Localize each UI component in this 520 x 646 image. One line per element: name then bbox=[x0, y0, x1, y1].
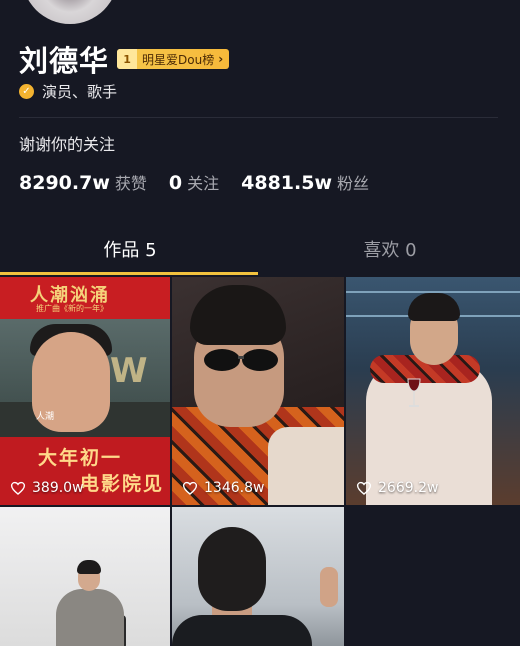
empty-slot bbox=[346, 507, 520, 646]
stat-label: 粉丝 bbox=[337, 174, 370, 193]
tab-works[interactable]: 作品 5 bbox=[0, 225, 260, 273]
profile-name: 刘德华 bbox=[19, 44, 110, 78]
verification-row: ✓ 演员、歌手 bbox=[19, 81, 117, 102]
poster-letter: W bbox=[110, 351, 148, 391]
chevron-right-icon: › bbox=[218, 52, 224, 66]
like-count-text: 2669.2w bbox=[378, 480, 439, 496]
stat-label: 关注 bbox=[187, 174, 220, 193]
like-count: 1346.8w bbox=[182, 480, 264, 496]
heart-icon bbox=[10, 481, 26, 495]
content-tabs: 作品 5 喜欢 0 bbox=[0, 225, 520, 273]
profile-page: 刘德华 1 明星爱Dou榜 › ✓ 演员、歌手 谢谢你的关注 8290.7w 获… bbox=[0, 0, 520, 646]
stats-row: 8290.7w 获赞 0 关注 4881.5w 粉丝 bbox=[19, 170, 391, 194]
video-thumbnail[interactable]: 人潮汹涌 推广曲《新的一年》 W 人潮 大年初一 电影院见 389.0w bbox=[0, 277, 170, 505]
rank-label: 明星爱Dou榜 bbox=[142, 52, 215, 67]
figure-head bbox=[198, 527, 266, 611]
verified-check-icon: ✓ bbox=[19, 84, 34, 99]
video-grid: 人潮汹涌 推广曲《新的一年》 W 人潮 大年初一 电影院见 389.0w 134… bbox=[0, 277, 520, 646]
verification-text: 演员、歌手 bbox=[42, 83, 118, 101]
poster-tag: 人潮 bbox=[36, 412, 55, 422]
video-thumbnail[interactable] bbox=[172, 507, 344, 646]
avatar[interactable] bbox=[22, 0, 118, 24]
figure-hair bbox=[190, 285, 286, 345]
stat-value: 8290.7w bbox=[19, 172, 110, 194]
heart-icon bbox=[182, 481, 198, 495]
like-count: 2669.2w bbox=[356, 480, 438, 496]
rank-badge[interactable]: 1 明星爱Dou榜 › bbox=[117, 49, 230, 69]
stat-value: 4881.5w bbox=[241, 172, 333, 194]
like-count: 389.0w bbox=[10, 480, 84, 496]
stat-followers[interactable]: 4881.5w 粉丝 bbox=[241, 170, 369, 194]
figure-hair bbox=[408, 293, 460, 321]
poster-text-top: 大年初一 bbox=[38, 447, 123, 469]
like-count-text: 1346.8w bbox=[204, 480, 265, 496]
stat-label: 获赞 bbox=[114, 174, 147, 193]
figure-sweater bbox=[268, 427, 344, 505]
figure-hair bbox=[77, 560, 101, 574]
figure-hand bbox=[320, 567, 338, 607]
figure-body bbox=[56, 589, 124, 646]
tab-likes[interactable]: 喜欢 0 bbox=[260, 225, 520, 273]
rank-number: 1 bbox=[117, 49, 138, 69]
heart-icon bbox=[356, 481, 372, 495]
stat-likes[interactable]: 8290.7w 获赞 bbox=[19, 170, 147, 194]
figure-suit bbox=[172, 615, 312, 646]
sunglasses-shape bbox=[204, 349, 278, 371]
wine-glass-shape bbox=[407, 378, 421, 407]
name-row: 刘德华 1 明星爱Dou榜 › bbox=[19, 38, 230, 80]
like-count-text: 389.0w bbox=[32, 480, 84, 496]
divider bbox=[19, 117, 498, 118]
bio: 谢谢你的关注 bbox=[19, 135, 116, 154]
video-thumbnail[interactable]: 1346.8w bbox=[172, 277, 344, 505]
video-thumbnail[interactable]: 2669.2w bbox=[346, 277, 520, 505]
active-tab-indicator bbox=[0, 272, 258, 275]
video-thumbnail[interactable] bbox=[0, 507, 170, 646]
poster-text-bottom: 电影院见 bbox=[80, 473, 165, 495]
stat-following[interactable]: 0 关注 bbox=[169, 170, 219, 194]
poster-subtitle: 推广曲《新的一年》 bbox=[36, 304, 108, 313]
stat-value: 0 bbox=[168, 172, 183, 194]
